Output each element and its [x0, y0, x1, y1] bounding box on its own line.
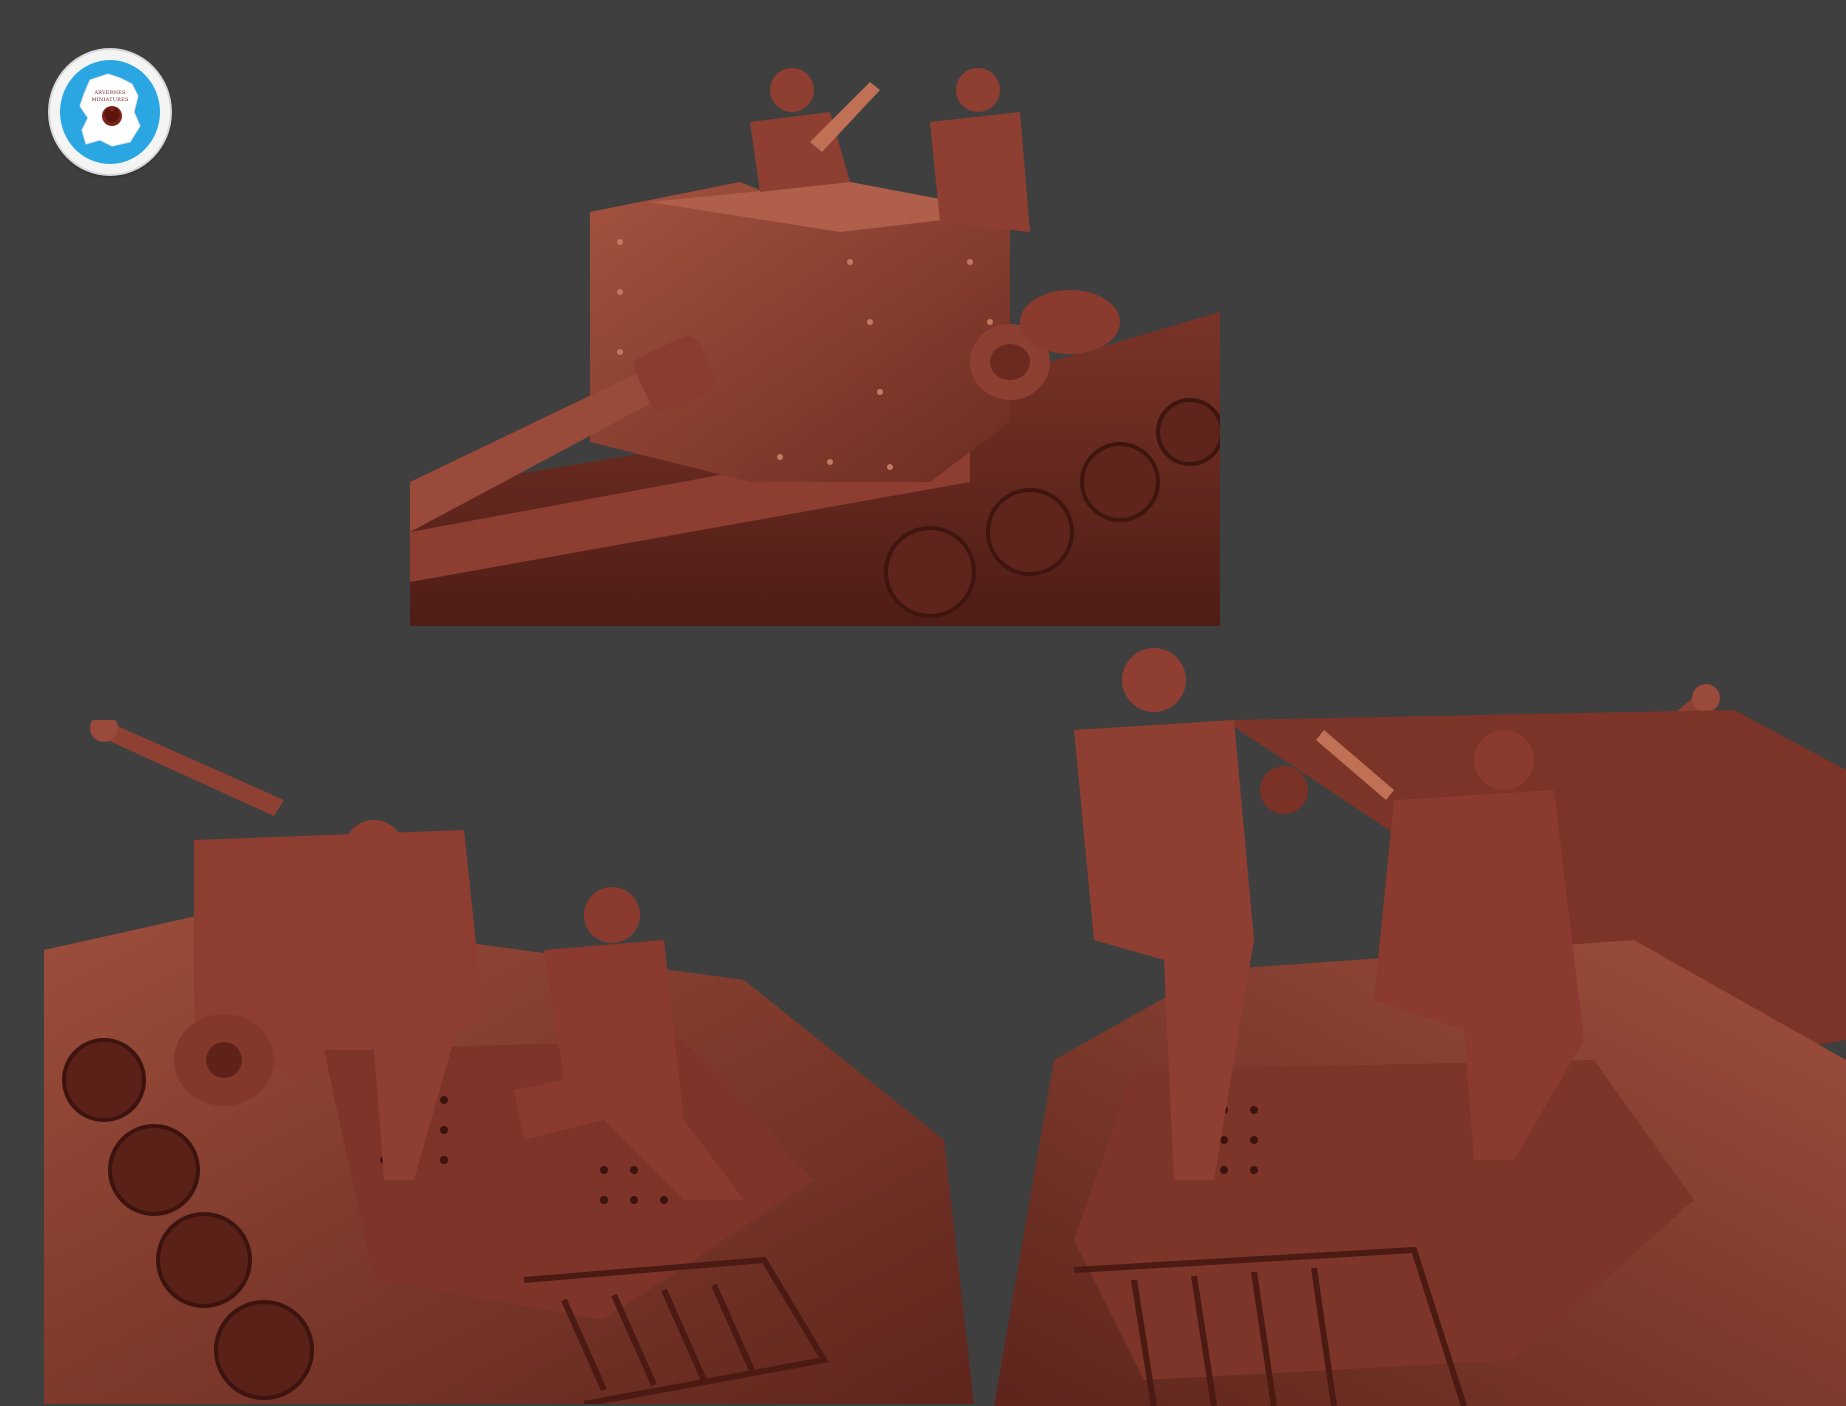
tank-destroyer-render-bottom-left: [44, 720, 974, 1404]
tank-destroyer-render-top: [410, 68, 1220, 626]
logo-badge: ARVERNES MINIATURES: [50, 50, 170, 174]
logo-text-line2: MINIATURES: [91, 97, 129, 103]
logo-inner: ARVERNES MINIATURES: [60, 60, 160, 164]
logo-text-line1: ARVERNES: [94, 90, 126, 96]
render-canvas: ARVERNES MINIATURES: [0, 0, 1846, 1406]
render-view-bottom-left: [44, 720, 974, 1404]
render-view-bottom-right: [994, 640, 1846, 1406]
tank-destroyer-render-bottom-right: [994, 648, 1846, 1406]
france-map-icon: [79, 73, 141, 147]
render-view-top: [410, 62, 1220, 626]
